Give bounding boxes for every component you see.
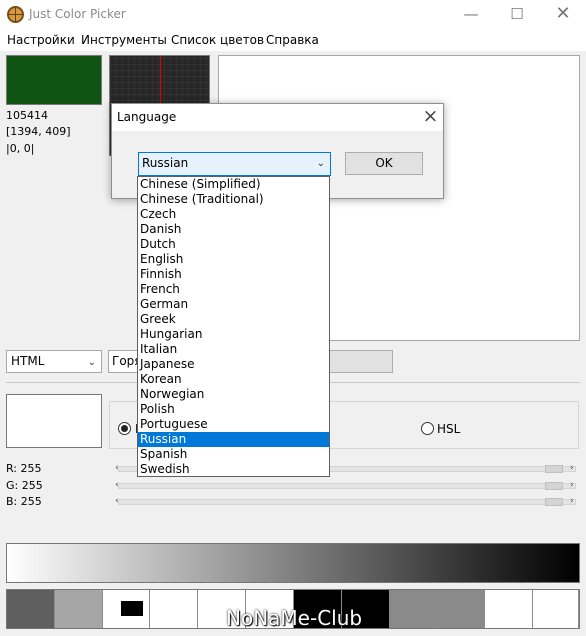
close-icon[interactable]: × [418,105,443,129]
language-option-spanish[interactable]: Spanish [138,447,329,462]
red-slider-thumb[interactable] [545,465,563,473]
lightness-gradient-bar[interactable] [6,543,580,583]
hsl-radio[interactable] [421,422,434,435]
dialog-title: Language [117,110,177,124]
selected-color-preview [6,394,102,448]
red-slider-right-arrow[interactable]: › [570,463,574,473]
hsl-label: HSL [437,422,461,436]
language-option-portuguese[interactable]: Portuguese [138,417,329,432]
language-option-french[interactable]: French [138,282,329,297]
chevron-down-icon: ⌄ [316,158,325,169]
language-option-italian[interactable]: Italian [138,342,329,357]
dialog-title-bar: Language × [112,104,443,131]
blue-slider-thumb[interactable] [545,498,563,506]
language-option-swedish[interactable]: Swedish [138,462,329,477]
palette-color[interactable] [389,590,438,628]
color-format-select[interactable]: HTML ⌄ [6,350,102,373]
green-slider-thumb[interactable] [545,482,563,490]
selected-language: Russian [142,156,189,170]
language-dropdown-list[interactable]: Chinese (Simplified) Chinese (Traditiona… [137,176,330,477]
language-option-hungarian[interactable]: Hungarian [138,327,329,342]
rgb-radio[interactable] [118,422,131,435]
language-option-korean[interactable]: Korean [138,372,329,387]
language-option-chinese-simplified[interactable]: Chinese (Simplified) [138,177,329,192]
green-slider-right-arrow[interactable]: › [570,480,574,490]
blue-slider-right-arrow[interactable]: › [570,496,574,506]
watermark-text: NoNaMe-Club [226,606,363,630]
chevron-down-icon: ⌄ [87,357,96,368]
language-option-english[interactable]: English [138,252,329,267]
palette-color[interactable] [150,590,199,628]
ok-button[interactable]: OK [345,152,423,175]
palette-color[interactable] [485,590,534,628]
cursor-position: [1394, 409] [6,125,71,138]
menu-item-help[interactable]: Справка [266,33,319,47]
current-color-hex: 105414 [6,109,48,122]
maximize-icon[interactable]: ☐ [494,0,540,30]
minimize-icon[interactable]: — [448,0,494,30]
close-icon[interactable]: ✕ [540,0,586,30]
palette-color[interactable] [533,590,579,628]
blue-channel-label: B: 255 [6,495,42,508]
language-option-russian[interactable]: Russian [138,432,329,447]
language-option-norwegian[interactable]: Norwegian [138,387,329,402]
palette-color[interactable] [54,590,103,628]
red-channel-label: R: 255 [6,462,42,475]
blue-slider[interactable] [118,499,576,505]
menu-bar: Настройки Инструменты Список цветов Спра… [0,30,586,51]
menu-item-tools[interactable]: Инструменты [81,33,167,47]
cursor-offset: |0, 0| [6,142,35,155]
color-format-value: HTML [11,354,45,368]
language-option-czech[interactable]: Czech [138,207,329,222]
green-channel-label: G: 255 [6,479,43,492]
title-bar: Just Color Picker — ☐ ✕ [0,0,586,30]
language-option-finnish[interactable]: Finnish [138,267,329,282]
language-option-chinese-traditional[interactable]: Chinese (Traditional) [138,192,329,207]
palette-color[interactable] [7,590,55,628]
green-slider[interactable] [118,483,576,489]
palette-color[interactable] [102,590,151,628]
current-color-swatch [6,55,102,105]
language-option-dutch[interactable]: Dutch [138,237,329,252]
language-option-polish[interactable]: Polish [138,402,329,417]
color-picker-crosshair-icon [7,6,24,23]
palette-color[interactable] [437,590,486,628]
language-option-danish[interactable]: Danish [138,222,329,237]
language-option-japanese[interactable]: Japanese [138,357,329,372]
language-select[interactable]: Russian ⌄ [138,152,331,176]
window-title: Just Color Picker [29,7,126,21]
menu-item-settings[interactable]: Настройки [7,33,75,47]
menu-item-color-list[interactable]: Список цветов [171,33,264,47]
language-option-german[interactable]: German [138,297,329,312]
language-option-greek[interactable]: Greek [138,312,329,327]
